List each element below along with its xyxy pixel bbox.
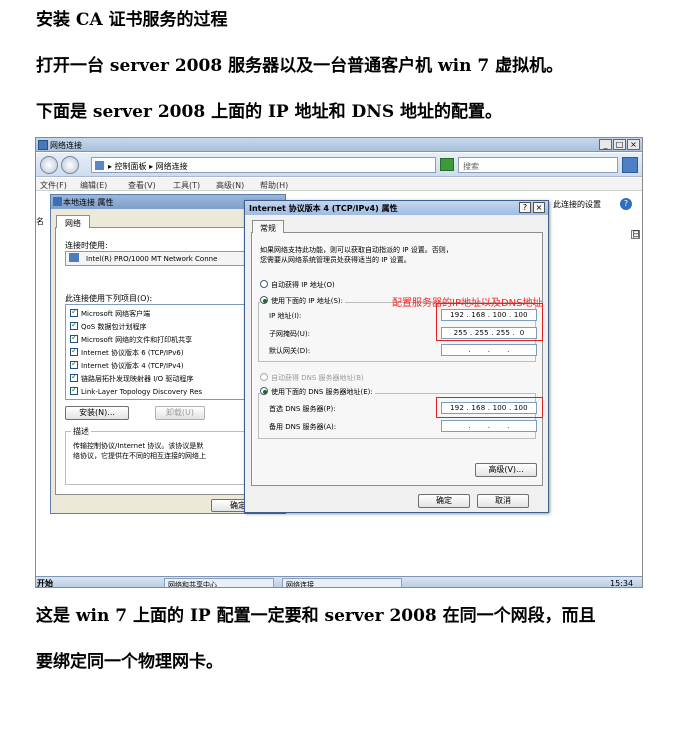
menu-bar: 文件(F) 编辑(E) 查看(V) 工具(T) 高级(N) 帮助(H) <box>36 178 642 191</box>
menu-tools[interactable]: 工具(T) <box>173 180 200 191</box>
control-panel-icon <box>95 161 104 170</box>
doc-paragraph-setup: 打开一台 server 2008 服务器以及一台普通客户机 win 7 虚拟机。 <box>36 56 564 76</box>
tab-network[interactable]: 网络 <box>56 215 90 228</box>
preferred-dns-label: 首选 DNS 服务器(P): <box>269 405 336 413</box>
checkbox-icon[interactable] <box>70 320 78 330</box>
doc-heading: 安装 CA 证书服务的过程 <box>36 10 228 30</box>
ipv4-properties-dialog: Internet 协议版本 4 (TCP/IPv4) 属性 ? × 常规 如果网… <box>244 200 549 513</box>
description-label: 描述 <box>71 426 91 437</box>
network-card-icon <box>69 253 79 262</box>
description-line1: 传输控制协议/Internet 协议。该协议是默 <box>73 442 204 450</box>
ipv4-dialog-title: Internet 协议版本 4 (TCP/IPv4) 属性 <box>249 204 398 213</box>
install-button[interactable]: 安装(N)... <box>65 406 129 420</box>
maximize-button[interactable]: □ <box>613 139 626 150</box>
start-button[interactable]: 开始 <box>37 578 53 587</box>
taskbar-item[interactable]: 网络和共享中心 <box>164 578 274 587</box>
forward-arrow-icon[interactable] <box>61 156 79 174</box>
doc-paragraph-win7: 这是 win 7 上面的 IP 配置一定要和 server 2008 在同一个网… <box>36 606 596 626</box>
network-adapter-icon <box>53 197 62 206</box>
menu-help[interactable]: 帮助(H) <box>260 180 288 191</box>
network-folder-icon <box>38 140 48 150</box>
dns-highlight-box <box>436 397 543 418</box>
checkbox-icon[interactable] <box>70 333 78 343</box>
adapter-name-field: Intel(R) PRO/1000 MT Network Conne <box>65 251 265 266</box>
menu-edit[interactable]: 编辑(E) <box>80 180 107 191</box>
close-button[interactable]: × <box>627 139 640 150</box>
search-icon[interactable] <box>622 157 638 173</box>
checkbox-icon[interactable] <box>70 346 78 356</box>
ipv4-dialog-titlebar: Internet 协议版本 4 (TCP/IPv4) 属性 <box>245 201 548 215</box>
list-item[interactable]: 链路层拓扑发现映射器 I/O 驱动程序 <box>70 372 193 384</box>
uninstall-button[interactable]: 卸载(U) <box>155 406 205 420</box>
search-input[interactable]: 搜索 <box>458 157 618 173</box>
taskbar: 开始 网络和共享中心 网络连接 15:34 <box>36 576 642 588</box>
back-arrow-icon[interactable] <box>40 156 58 174</box>
menu-advanced[interactable]: 高级(N) <box>216 180 244 191</box>
intro-line1: 如果网络支持此功能，则可以获取自动指派的 IP 设置。否则， <box>260 246 453 254</box>
address-path: ▸ 控制面板 ▸ 网络连接 <box>108 162 188 171</box>
gateway-label: 默认网关(D): <box>269 347 311 355</box>
window-titlebar: 网络连接 _ □ × <box>36 138 642 152</box>
protocol-list[interactable]: Microsoft 网络客户端 QoS 数据包计划程序 Microsoft 网络… <box>65 304 273 400</box>
window-title: 网络连接 <box>50 141 82 150</box>
radio-icon[interactable] <box>260 387 268 395</box>
description-line2: 络协议，它提供在不同的相互连接的网络上 <box>73 452 206 460</box>
auto-dns-option[interactable]: 自动获得 DNS 服务器地址(B) <box>260 373 364 383</box>
ok-button[interactable]: 确定 <box>418 494 470 508</box>
menu-file[interactable]: 文件(F) <box>40 180 67 191</box>
checkbox-icon[interactable] <box>70 359 78 369</box>
red-annotation: 配置服务器的IP地址以及DNS地址 <box>392 298 543 309</box>
alternate-dns-label: 备用 DNS 服务器(A): <box>269 423 337 431</box>
list-item[interactable]: Microsoft 网络的文件和打印机共享 <box>70 333 192 345</box>
checkbox-icon[interactable] <box>70 307 78 317</box>
refresh-icon[interactable] <box>440 158 454 171</box>
alternate-dns-input[interactable]: . . . <box>441 420 537 432</box>
cancel-button[interactable]: 取消 <box>477 494 529 508</box>
radio-icon[interactable] <box>260 280 268 288</box>
adapter-name: Intel(R) PRO/1000 MT Network Conne <box>86 255 218 263</box>
minimize-button[interactable]: _ <box>599 139 612 150</box>
menu-view[interactable]: 查看(V) <box>128 180 156 191</box>
intro-line2: 您需要从网络系统管理员处获得适当的 IP 设置。 <box>260 256 411 264</box>
manual-ip-option[interactable]: 使用下面的 IP 地址(S): <box>260 296 345 306</box>
collapse-icon[interactable]: 日 <box>631 230 640 239</box>
items-label: 此连接使用下列项目(O): <box>65 294 153 303</box>
tab-general[interactable]: 常规 <box>252 220 284 233</box>
gateway-input[interactable]: . . . <box>441 344 537 356</box>
radio-icon[interactable] <box>260 296 268 304</box>
manual-dns-option[interactable]: 使用下面的 DNS 服务器地址(E): <box>260 387 375 397</box>
doc-paragraph-intro: 下面是 server 2008 上面的 IP 地址和 DNS 地址的配置。 <box>36 102 503 122</box>
radio-icon[interactable] <box>260 373 268 381</box>
checkbox-icon[interactable] <box>70 372 78 382</box>
address-toolbar: ▸ 控制面板 ▸ 网络连接 搜索 <box>36 153 642 177</box>
help-button[interactable]: ? <box>519 202 531 213</box>
auto-ip-option[interactable]: 自动获得 IP 地址(O) <box>260 280 335 290</box>
connection-settings-link[interactable]: 此连接的设置 <box>553 199 601 210</box>
list-item[interactable]: Internet 协议版本 4 (TCP/IPv4) <box>70 359 184 371</box>
subnet-mask-label: 子网掩码(U): <box>269 330 310 338</box>
server-screenshot: 网络连接 _ □ × ▸ 控制面板 ▸ 网络连接 搜索 文件(F) 编辑(E) … <box>35 137 643 588</box>
ip-address-label: IP 地址(I): <box>269 312 302 320</box>
connect-using-label: 连接时使用: <box>65 241 108 250</box>
doc-paragraph-binding: 要绑定同一个物理网卡。 <box>36 652 223 672</box>
column-header-name: 名 <box>36 217 44 226</box>
help-icon[interactable]: ? <box>620 198 632 210</box>
taskbar-item[interactable]: 网络连接 <box>282 578 402 587</box>
list-item[interactable]: Microsoft 网络客户端 <box>70 307 150 319</box>
list-item[interactable]: Internet 协议版本 6 (TCP/IPv6) <box>70 346 184 358</box>
advanced-button[interactable]: 高级(V)... <box>475 463 537 477</box>
local-dialog-title: 本地连接 属性 <box>63 198 114 207</box>
list-item[interactable]: QoS 数据包计划程序 <box>70 320 146 332</box>
list-item[interactable]: Link-Layer Topology Discovery Res <box>70 385 202 396</box>
address-bar[interactable]: ▸ 控制面板 ▸ 网络连接 <box>91 157 436 173</box>
close-dialog-button[interactable]: × <box>533 202 545 213</box>
checkbox-icon[interactable] <box>70 385 78 395</box>
clock: 15:34 <box>610 579 634 588</box>
